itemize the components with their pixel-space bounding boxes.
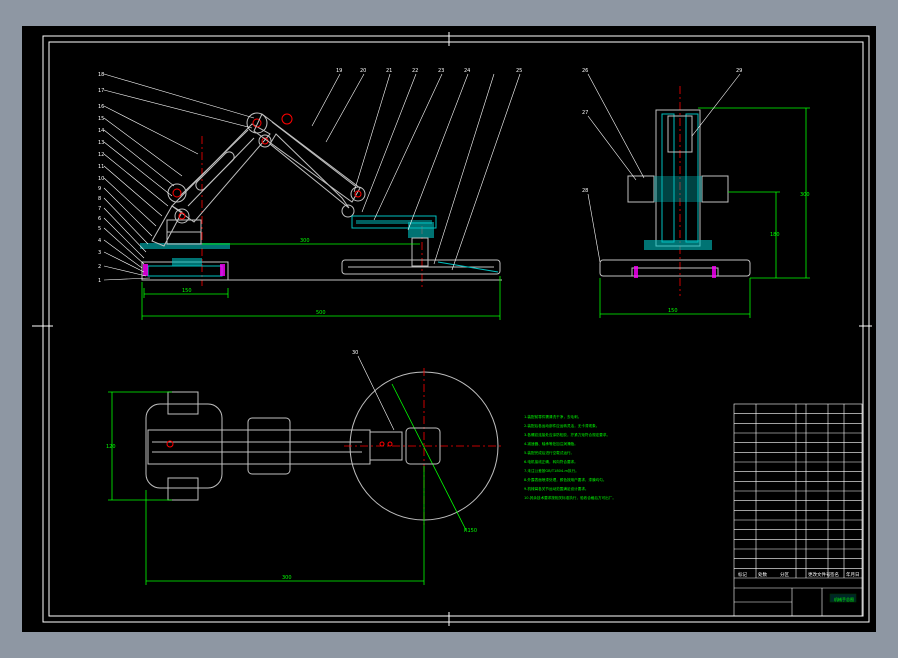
requirement-line: 10.其余技术要求按相关标准执行，验收合格后方可出厂。 bbox=[524, 495, 616, 500]
leader-label: 8 bbox=[98, 196, 101, 202]
leader-label: 23 bbox=[438, 68, 444, 74]
leader-label: 6 bbox=[98, 216, 101, 222]
title-header: 标记 bbox=[738, 571, 747, 578]
top-base bbox=[145, 403, 223, 489]
technical-requirements: 1.装配前零件需清洗干净，去毛刺。 2.装配后各运动部件应运转灵活，无卡滞现象。… bbox=[524, 414, 616, 500]
leader-label: 12 bbox=[98, 152, 104, 158]
leader-label: 9 bbox=[98, 186, 101, 192]
outer-border bbox=[42, 35, 870, 623]
side-view[interactable]: 150 180 300 26 27 28 29 bbox=[582, 68, 810, 318]
side-motor-left bbox=[627, 175, 655, 203]
leader-label: 16 bbox=[98, 104, 104, 110]
leader-label: 26 bbox=[582, 68, 588, 74]
requirement-line: 7.未注公差按GB/T1804-m执行。 bbox=[524, 468, 579, 473]
cad-drawing: 150 500 300 18 17 16 15 14 13 12 11 10 9… bbox=[32, 32, 872, 626]
front-dim-height: 300 bbox=[300, 238, 310, 244]
drawing-canvas[interactable]: 150 500 300 18 17 16 15 14 13 12 11 10 9… bbox=[22, 26, 876, 632]
title-header: 分区 bbox=[780, 571, 789, 578]
side-dim-width: 150 bbox=[668, 308, 678, 314]
side-dim-height-1: 180 bbox=[770, 232, 780, 238]
leader-label: 4 bbox=[98, 238, 101, 244]
upper-arm bbox=[253, 113, 361, 203]
leader-label: 7 bbox=[98, 206, 101, 212]
leader-label: 21 bbox=[386, 68, 392, 74]
drawing-name: 机械手总图 bbox=[834, 596, 854, 602]
leader-label: 20 bbox=[360, 68, 366, 74]
leader-label: 3 bbox=[98, 250, 101, 256]
title-header: 年月日 bbox=[846, 571, 860, 578]
leader-label: 17 bbox=[98, 88, 104, 94]
leader-label: 15 bbox=[98, 116, 104, 122]
leader-label: 24 bbox=[464, 68, 470, 74]
title-header: 更改文件号 bbox=[808, 571, 831, 578]
side-dim-height-2: 300 bbox=[800, 192, 810, 198]
side-motor-right bbox=[701, 175, 729, 203]
top-arm bbox=[147, 429, 371, 465]
leader-label: 19 bbox=[336, 68, 342, 74]
requirement-line: 8.外露表面喷漆处理，颜色按用户要求，漆膜均匀。 bbox=[524, 477, 607, 482]
front-dim-total: 500 bbox=[316, 310, 326, 316]
leader-label: 25 bbox=[516, 68, 522, 74]
top-view[interactable]: R150 120 300 30 bbox=[106, 350, 502, 585]
leader-label: 5 bbox=[98, 226, 101, 232]
title-block[interactable] bbox=[733, 403, 863, 617]
leader-label: 28 bbox=[582, 188, 588, 194]
leader-label: 27 bbox=[582, 110, 588, 116]
top-dim-radius: R150 bbox=[464, 528, 477, 534]
leader-label: 11 bbox=[98, 164, 104, 170]
leader-label: 10 bbox=[98, 176, 104, 182]
requirement-line: 9.机械臂各关节运动范围满足设计要求。 bbox=[524, 486, 589, 491]
leader-label: 30 bbox=[352, 350, 358, 356]
leader-label: 14 bbox=[98, 128, 104, 134]
leader-label: 2 bbox=[98, 264, 101, 270]
requirement-line: 6.电机接线正确，转向符合要求。 bbox=[524, 459, 578, 464]
requirement-line: 2.装配后各运动部件应运转灵活，无卡滞现象。 bbox=[524, 423, 599, 428]
front-dim-base: 150 bbox=[182, 288, 192, 294]
title-header: 处数 bbox=[758, 571, 767, 578]
title-header: 签名 bbox=[830, 571, 839, 578]
top-dim-length: 300 bbox=[282, 575, 292, 581]
leader-label: 18 bbox=[98, 72, 104, 78]
requirement-line: 4.减速器、轴承等处加注润滑脂。 bbox=[524, 441, 578, 446]
leader-label: 29 bbox=[736, 68, 742, 74]
leader-label: 13 bbox=[98, 140, 104, 146]
leader-label: 1 bbox=[98, 278, 101, 284]
top-dim-height: 120 bbox=[106, 444, 116, 450]
lower-arm bbox=[171, 123, 271, 223]
front-view[interactable]: 150 500 300 18 17 16 15 14 13 12 11 10 9… bbox=[98, 68, 522, 320]
requirement-line: 1.装配前零件需清洗干净，去毛刺。 bbox=[524, 414, 581, 419]
requirement-line: 3.各螺纹连接处应涂防松胶，拧紧力矩符合规定要求。 bbox=[524, 432, 610, 437]
requirement-line: 5.装配完成后进行空载试运行。 bbox=[524, 450, 574, 455]
leader-label: 22 bbox=[412, 68, 418, 74]
